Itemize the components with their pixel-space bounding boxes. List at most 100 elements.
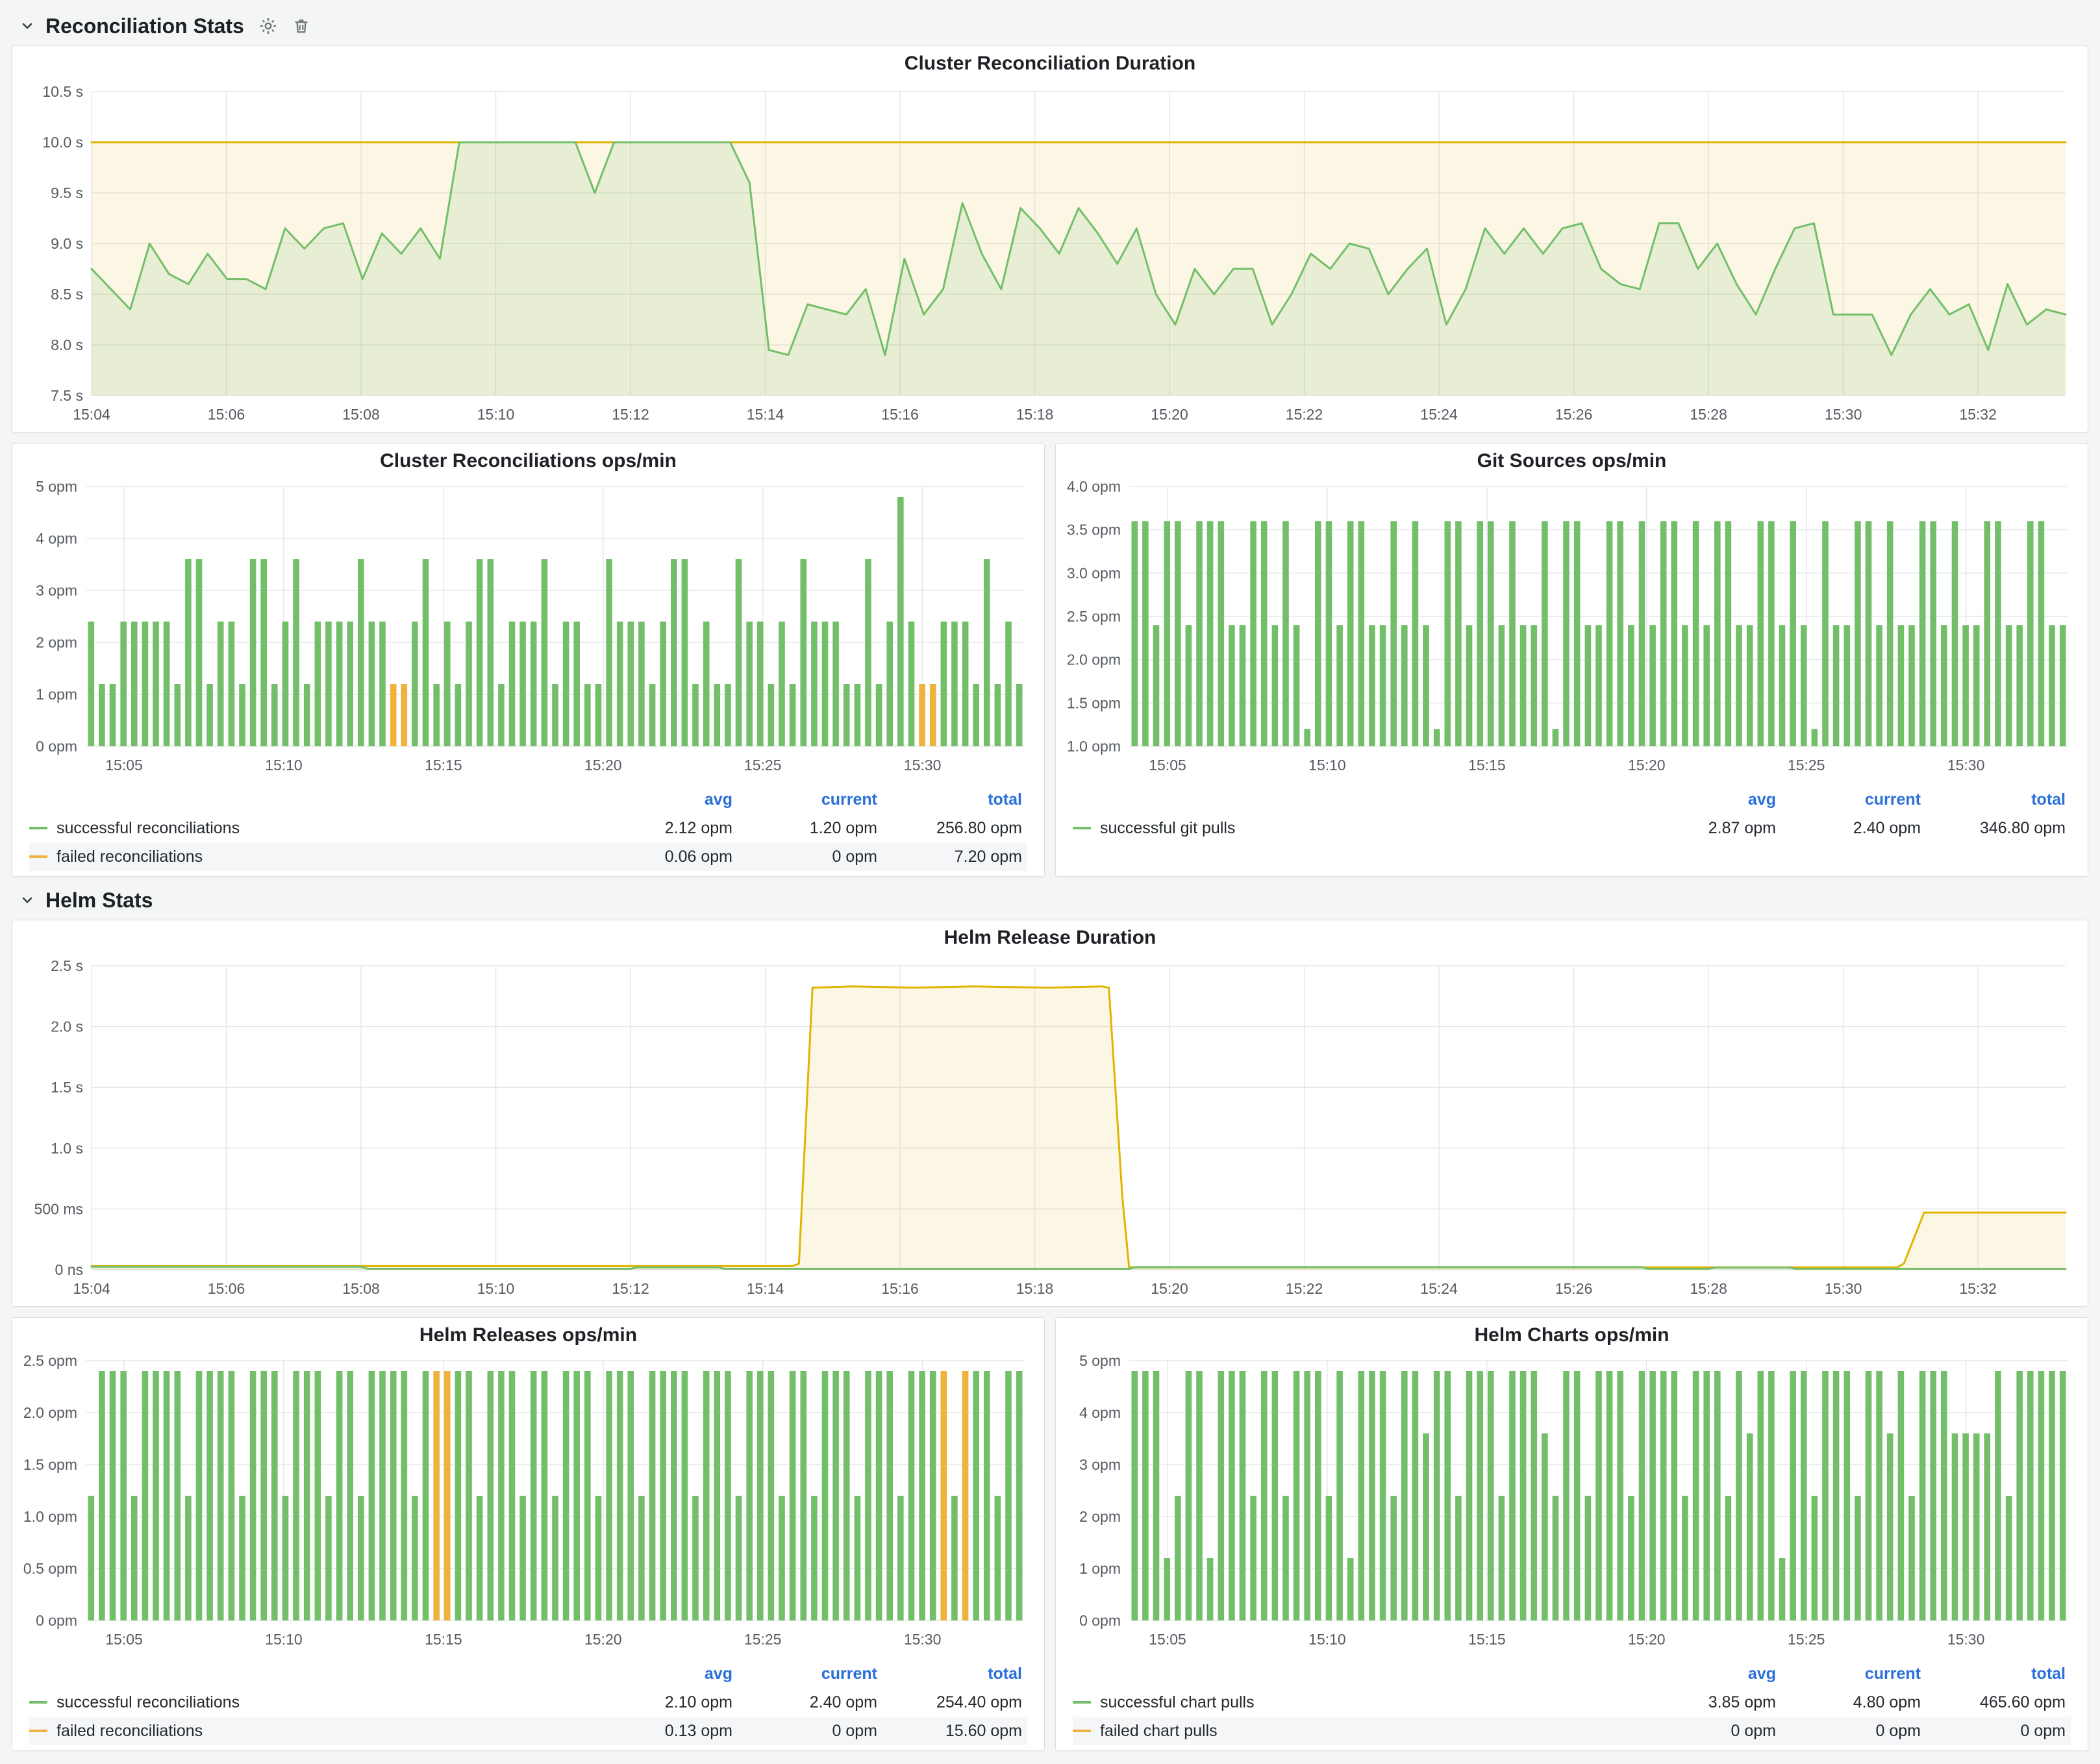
svg-text:15:28: 15:28 xyxy=(1690,406,1727,423)
svg-text:0 opm: 0 opm xyxy=(1079,1612,1121,1629)
legend-header-avg[interactable]: avg xyxy=(593,790,738,809)
legend-series-label[interactable]: failed chart pulls xyxy=(1073,1722,1636,1741)
svg-text:15:14: 15:14 xyxy=(747,1280,784,1297)
panel-title-helm-release-duration[interactable]: Helm Release Duration xyxy=(12,920,2088,955)
panel-cluster-reconciliations-ops: Cluster Reconciliations ops/min 15:05 15:… xyxy=(12,443,1045,877)
svg-text:15:25: 15:25 xyxy=(1787,1631,1825,1648)
chevron-down-icon[interactable] xyxy=(19,892,35,908)
chart-helm-charts-ops[interactable]: 15:0515:1015:1515:2015:2515:300 opm1 opm… xyxy=(1067,1353,2077,1658)
section-title-reconciliation-stats[interactable]: Reconciliation Stats xyxy=(45,14,244,38)
svg-text:15:15: 15:15 xyxy=(425,757,462,774)
series-color-dash-icon xyxy=(29,1730,47,1732)
svg-text:4.0 opm: 4.0 opm xyxy=(1067,479,1121,495)
section-header-reconciliation-stats: Reconciliation Stats xyxy=(12,6,2088,45)
chart-helm-releases-ops[interactable]: 15:0515:1015:1515:2015:2515:300 opm0.5 o… xyxy=(23,1353,1034,1658)
legend-header-current[interactable]: current xyxy=(1781,790,1926,809)
svg-text:15:25: 15:25 xyxy=(1787,757,1825,774)
legend-series-label[interactable]: failed reconciliations xyxy=(29,848,593,866)
svg-text:15:30: 15:30 xyxy=(903,757,941,774)
svg-text:1.0 opm: 1.0 opm xyxy=(1067,738,1121,755)
legend-value: 465.60 opm xyxy=(1926,1693,2071,1712)
svg-text:15:14: 15:14 xyxy=(747,406,784,423)
legend-value: 0 opm xyxy=(1781,1722,1926,1741)
svg-text:2.0 opm: 2.0 opm xyxy=(23,1404,77,1421)
legend-header-avg[interactable]: avg xyxy=(1636,790,1781,809)
svg-text:15:20: 15:20 xyxy=(584,757,621,774)
svg-text:15:18: 15:18 xyxy=(1016,1280,1054,1297)
svg-text:15:08: 15:08 xyxy=(342,1280,380,1297)
legend-header-total[interactable]: total xyxy=(1926,790,2071,809)
svg-text:15:20: 15:20 xyxy=(1151,1280,1188,1297)
chart-cluster-reconciliations-ops[interactable]: 15:0515:1015:1515:2015:2515:300 opm1 opm… xyxy=(23,479,1034,784)
svg-text:15:16: 15:16 xyxy=(881,406,919,423)
panel-cluster-reconciliation-duration: Cluster Reconciliation Duration 15:0415:… xyxy=(12,45,2088,433)
svg-text:15:15: 15:15 xyxy=(1468,1631,1506,1648)
legend-value: 0 opm xyxy=(738,848,882,866)
svg-text:15:18: 15:18 xyxy=(1016,406,1054,423)
legend-header-current[interactable]: current xyxy=(1781,1665,1926,1683)
legend-value: 2.87 opm xyxy=(1636,819,1781,838)
legend-value: 3.85 opm xyxy=(1636,1693,1781,1712)
legend-value: 2.40 opm xyxy=(1781,819,1926,838)
panel-title-helm-releases-ops[interactable]: Helm Releases ops/min xyxy=(12,1318,1044,1353)
svg-text:15:30: 15:30 xyxy=(1825,406,1862,423)
chart-helm-release-duration[interactable]: 15:0415:0615:0815:1015:1215:1415:1615:18… xyxy=(24,955,2076,1306)
panel-title-cluster-reconciliation-duration[interactable]: Cluster Reconciliation Duration xyxy=(12,46,2088,81)
svg-text:500 ms: 500 ms xyxy=(34,1200,83,1217)
svg-text:1.0 s: 1.0 s xyxy=(51,1140,83,1157)
svg-text:2.0 opm: 2.0 opm xyxy=(1067,651,1121,668)
panel-helm-releases-ops: Helm Releases ops/min 15:0515:1015:1515:… xyxy=(12,1317,1045,1751)
series-color-dash-icon xyxy=(29,1701,47,1704)
chart-git-sources-ops[interactable]: 15:0515:1015:1515:2015:2515:301.0 opm1.5… xyxy=(1067,479,2077,784)
svg-text:15:10: 15:10 xyxy=(477,406,515,423)
legend-row: successful reconciliations2.10 opm2.40 o… xyxy=(29,1688,1027,1717)
legend-row: successful git pulls2.87 opm2.40 opm346.… xyxy=(1073,814,2071,842)
svg-text:15:25: 15:25 xyxy=(744,757,781,774)
legend-header-current[interactable]: current xyxy=(738,1665,882,1683)
svg-text:4 opm: 4 opm xyxy=(36,530,77,547)
svg-text:15:04: 15:04 xyxy=(73,1280,110,1297)
legend-header-total[interactable]: total xyxy=(882,790,1027,809)
legend-row: failed reconciliations0.13 opm0 opm15.60… xyxy=(29,1717,1027,1745)
svg-text:15:22: 15:22 xyxy=(1286,406,1323,423)
chevron-down-icon[interactable] xyxy=(19,18,35,34)
svg-text:0.5 opm: 0.5 opm xyxy=(23,1560,77,1577)
svg-text:15:05: 15:05 xyxy=(105,1631,143,1648)
svg-text:15:20: 15:20 xyxy=(1627,757,1665,774)
gear-icon[interactable] xyxy=(258,16,278,36)
row-helm-ops: Helm Releases ops/min 15:0515:1015:1515:… xyxy=(12,1317,2088,1751)
legend-series-label[interactable]: successful reconciliations xyxy=(29,1693,593,1712)
svg-text:1.5 opm: 1.5 opm xyxy=(23,1456,77,1473)
svg-text:15:05: 15:05 xyxy=(105,757,143,774)
svg-text:1 opm: 1 opm xyxy=(36,686,77,703)
legend-header-avg[interactable]: avg xyxy=(593,1665,738,1683)
svg-text:5 opm: 5 opm xyxy=(1079,1353,1121,1369)
svg-text:15:30: 15:30 xyxy=(1825,1280,1862,1297)
legend-header-row: avgcurrenttotal xyxy=(29,1659,1027,1688)
svg-text:3.0 opm: 3.0 opm xyxy=(1067,564,1121,581)
legend-header-total[interactable]: total xyxy=(882,1665,1027,1683)
legend-series-label[interactable]: failed reconciliations xyxy=(29,1722,593,1741)
panel-title-helm-charts-ops[interactable]: Helm Charts ops/min xyxy=(1056,1318,2088,1353)
chart-cluster-reconciliation-duration[interactable]: 15:0415:0615:0815:1015:1215:1415:1615:18… xyxy=(24,81,2076,432)
section-title-helm-stats[interactable]: Helm Stats xyxy=(45,888,153,913)
series-color-dash-icon xyxy=(1073,1730,1091,1732)
svg-text:15:16: 15:16 xyxy=(881,1280,919,1297)
legend-value: 0 opm xyxy=(738,1722,882,1741)
svg-text:1.5 opm: 1.5 opm xyxy=(1067,694,1121,711)
legend-header-row: avgcurrenttotal xyxy=(1073,785,2071,814)
series-color-dash-icon xyxy=(29,827,47,829)
svg-text:15:10: 15:10 xyxy=(1308,1631,1346,1648)
svg-text:10.0 s: 10.0 s xyxy=(42,134,83,151)
legend-header-avg[interactable]: avg xyxy=(1636,1665,1781,1683)
legend-header-current[interactable]: current xyxy=(738,790,882,809)
svg-text:1.0 opm: 1.0 opm xyxy=(23,1508,77,1525)
svg-text:15:30: 15:30 xyxy=(1947,757,1984,774)
legend-series-label[interactable]: successful git pulls xyxy=(1073,819,1636,838)
panel-title-git-sources-ops[interactable]: Git Sources ops/min xyxy=(1056,444,2088,479)
trash-icon[interactable] xyxy=(292,17,310,35)
legend-series-label[interactable]: successful reconciliations xyxy=(29,819,593,838)
legend-series-label[interactable]: successful chart pulls xyxy=(1073,1693,1636,1712)
panel-title-cluster-reconciliations-ops[interactable]: Cluster Reconciliations ops/min xyxy=(12,444,1044,479)
legend-header-total[interactable]: total xyxy=(1926,1665,2071,1683)
